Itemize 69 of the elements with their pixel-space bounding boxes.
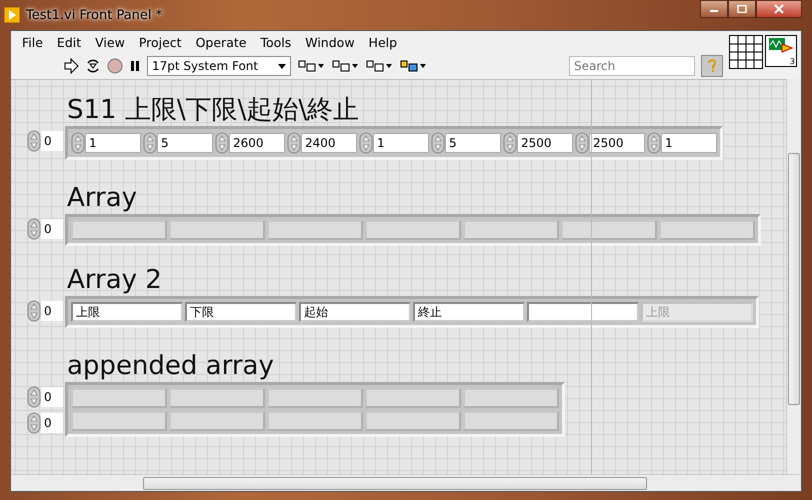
search-field[interactable]: Search xyxy=(569,56,695,76)
array-label: appended array xyxy=(67,350,275,382)
menu-item[interactable]: File xyxy=(15,34,50,50)
menu-item[interactable]: Help xyxy=(362,34,404,50)
font-dropdown[interactable]: 17pt System Font xyxy=(147,56,291,76)
index-field[interactable]: 0 xyxy=(41,387,63,407)
vertical-scrollbar[interactable] xyxy=(786,79,801,474)
spinner-icon[interactable] xyxy=(287,132,301,154)
spinner-icon[interactable] xyxy=(359,132,373,154)
spinner-icon[interactable] xyxy=(215,132,229,154)
run-arrow-icon xyxy=(4,7,20,23)
distribute-objects-icon[interactable] xyxy=(331,58,359,74)
numeric-field[interactable]: 2400 xyxy=(301,133,357,153)
help-button[interactable] xyxy=(701,55,723,77)
array-label: Array 2 xyxy=(67,264,163,296)
numeric-field[interactable]: 1 xyxy=(85,133,141,153)
spinner-icon[interactable] xyxy=(575,132,589,154)
numeric-field[interactable]: 2500 xyxy=(517,133,573,153)
numeric-field[interactable]: 2600 xyxy=(229,133,285,153)
numeric-field[interactable]: 2500 xyxy=(589,133,645,153)
array-label: S11 上限\下限\起始\終止 xyxy=(67,94,360,126)
close-icon xyxy=(774,4,784,14)
index-field[interactable]: 0 xyxy=(41,413,63,433)
index-field[interactable]: 0 xyxy=(41,219,63,239)
horizontal-scrollbar[interactable] xyxy=(11,474,801,491)
run-icon[interactable] xyxy=(63,58,79,74)
menu-item[interactable]: Operate xyxy=(188,34,254,50)
spinner-icon[interactable] xyxy=(27,130,41,152)
connector-pane-icon[interactable] xyxy=(729,35,763,69)
question-mark-icon xyxy=(707,59,717,73)
spinner-icon[interactable] xyxy=(27,412,41,434)
menu-item[interactable]: Window xyxy=(298,34,362,50)
close-button[interactable] xyxy=(756,0,802,18)
spinner-icon[interactable] xyxy=(143,132,157,154)
numeric-field[interactable]: 1 xyxy=(661,133,717,153)
string-field[interactable]: 起始 xyxy=(299,302,411,322)
menu-item[interactable]: Project xyxy=(132,34,189,50)
array-label: Array xyxy=(67,182,138,214)
resize-objects-icon[interactable] xyxy=(365,58,393,74)
index-field[interactable]: 0 xyxy=(41,301,63,321)
maximize-button[interactable] xyxy=(728,0,756,18)
run-continuously-icon[interactable] xyxy=(85,58,101,74)
spinner-icon[interactable] xyxy=(503,132,517,154)
spinner-icon[interactable] xyxy=(647,132,661,154)
string-field[interactable]: 上限 xyxy=(71,302,183,322)
spinner-icon[interactable] xyxy=(27,386,41,408)
abort-icon[interactable] xyxy=(107,58,123,74)
reorder-icon[interactable] xyxy=(399,58,427,74)
spinner-icon[interactable] xyxy=(431,132,445,154)
string-field[interactable]: 終止 xyxy=(413,302,525,322)
numeric-field[interactable]: 5 xyxy=(445,133,501,153)
index-field[interactable]: 0 xyxy=(41,131,63,151)
spinner-icon[interactable] xyxy=(27,300,41,322)
numeric-field[interactable]: 5 xyxy=(157,133,213,153)
menu-item[interactable]: Tools xyxy=(253,34,298,50)
menu-item[interactable]: View xyxy=(88,34,132,50)
vi-icon[interactable]: 3 xyxy=(765,35,797,67)
align-objects-icon[interactable] xyxy=(297,58,325,74)
menu-item[interactable]: Edit xyxy=(50,34,88,50)
maximize-icon xyxy=(737,5,747,13)
string-field[interactable]: 下限 xyxy=(185,302,297,322)
string-field[interactable] xyxy=(527,302,639,322)
pause-icon[interactable] xyxy=(129,59,141,73)
caret-icon xyxy=(278,64,286,68)
spinner-icon[interactable] xyxy=(27,218,41,240)
window-title: Test1.vi Front Panel * xyxy=(26,8,162,22)
numeric-field[interactable]: 1 xyxy=(373,133,429,153)
minimize-button[interactable] xyxy=(700,0,728,18)
spinner-icon[interactable] xyxy=(71,132,85,154)
